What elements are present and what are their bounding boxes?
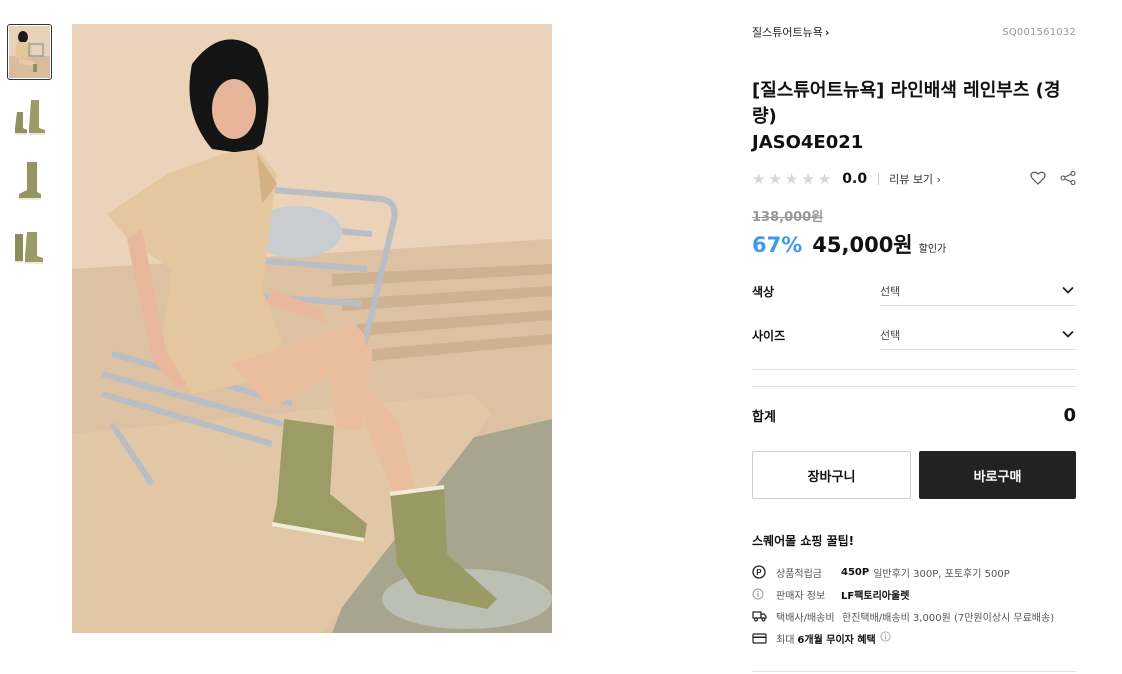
installment-prefix: 최대 — [776, 634, 795, 646]
option-size-select[interactable]: 선택 — [880, 320, 1076, 350]
thumbnail-list — [7, 24, 52, 280]
brand-row: 질스튜어트뉴욕 › SQ001561032 — [752, 24, 1076, 40]
svg-text:P: P — [756, 568, 762, 577]
product-code: SQ001561032 — [1002, 26, 1076, 38]
thumbnail-model-image — [9, 26, 50, 78]
buy-now-button[interactable]: 바로구매 — [919, 451, 1076, 499]
option-color-value: 선택 — [880, 284, 901, 298]
option-size-value: 선택 — [880, 328, 901, 342]
main-product-image[interactable] — [72, 24, 552, 633]
purchase-buttons: 장바구니 바로구매 — [752, 451, 1076, 499]
delivery-label: 택배사/배송비 — [776, 612, 835, 624]
sale-price: 45,000원 — [812, 233, 913, 257]
boots-pair-side-image — [15, 100, 45, 135]
tip-installment: 최대 6개월 무이자 혜택 — [752, 627, 1076, 649]
star-icon: ★ — [768, 169, 782, 188]
tips-list: P 상품적립금 450P 일반후기 300P, 포토후기 500P 판매자 정보… — [752, 561, 1076, 649]
heart-icon[interactable] — [1030, 170, 1046, 189]
installment-value: 6개월 무이자 혜택 — [797, 634, 876, 646]
info-icon — [752, 588, 776, 600]
points-label: 상품적립금 — [776, 568, 822, 580]
divider — [752, 369, 1076, 370]
star-icon: ★ — [752, 169, 766, 188]
share-icon[interactable] — [1060, 170, 1076, 189]
model-photo — [72, 24, 552, 633]
rating-row: ★ ★ ★ ★ ★ 0.0 리뷰 보기 › — [752, 168, 1076, 190]
star-icon: ★ — [784, 169, 799, 188]
original-price: 138,000원 — [752, 210, 824, 225]
option-color-select[interactable]: 선택 — [880, 276, 1076, 306]
divider — [878, 173, 880, 185]
action-icons — [1030, 170, 1076, 189]
points-icon: P — [752, 565, 776, 579]
chevron-right-icon: › — [824, 25, 830, 39]
product-title: [질스튜어트뉴욕] 라인배색 레인부츠 (경량) JASO4E021 — [752, 78, 1076, 156]
rating-score: 0.0 — [842, 171, 868, 187]
thumbnail-model[interactable] — [7, 24, 52, 80]
brand-name: 질스튜어트뉴욕 — [752, 26, 823, 39]
price-row: 67% 45,000원 할인가 — [752, 229, 1076, 259]
divider — [752, 671, 1076, 672]
seller-label: 판매자 정보 — [776, 590, 826, 602]
total-row: 합계 0 — [752, 387, 1076, 443]
brand-link[interactable]: 질스튜어트뉴욕 › — [752, 24, 829, 40]
thumbnail-boot-single[interactable] — [7, 152, 52, 208]
product-title-line2: JASO4E021 — [752, 132, 864, 153]
add-to-cart-button[interactable]: 장바구니 — [752, 451, 911, 499]
options: 색상 선택 사이즈 선택 — [752, 269, 1076, 357]
chevron-down-icon — [1062, 284, 1074, 297]
review-link-label: 리뷰 보기 — [889, 173, 934, 186]
tips-title: 스퀘어몰 쇼핑 꿀팁! — [752, 534, 855, 548]
card-icon — [752, 632, 776, 644]
tip-delivery: 택배사/배송비 한진택배/배송비 3,000원 (7만원이상시 무료배송) — [752, 605, 1076, 627]
total-label: 합계 — [752, 409, 776, 425]
tip-seller: 판매자 정보 LF팩토리아울렛 — [752, 583, 1076, 605]
truck-icon — [752, 610, 776, 622]
thumbnail-boots-pair-side[interactable] — [7, 88, 52, 144]
star-icon: ★ — [801, 169, 815, 188]
discount-rate: 67% — [752, 233, 803, 257]
review-link[interactable]: 리뷰 보기 › — [889, 171, 941, 187]
option-size-label: 사이즈 — [752, 328, 786, 343]
chevron-down-icon — [1062, 328, 1074, 341]
product-info-panel: 질스튜어트뉴욕 › SQ001561032 [질스튜어트뉴욕] 라인배색 레인부… — [752, 24, 1076, 672]
rating-stars: ★ ★ ★ ★ ★ 0.0 리뷰 보기 › — [752, 171, 941, 187]
option-color-row: 색상 선택 — [752, 269, 1076, 313]
option-size-row: 사이즈 선택 — [752, 313, 1076, 357]
product-title-line1: [질스튜어트뉴욕] 라인배색 레인부츠 (경량) — [752, 80, 1061, 127]
boot-single-image — [19, 162, 41, 200]
price-tag: 할인가 — [918, 244, 947, 255]
option-color-label: 색상 — [752, 284, 775, 299]
total-value: 0 — [1063, 404, 1076, 426]
info-icon[interactable] — [880, 631, 891, 645]
points-detail: 일반후기 300P, 포토후기 500P — [873, 568, 1010, 580]
seller-value: LF팩토리아울렛 — [841, 590, 910, 602]
boots-front-image — [15, 232, 43, 264]
delivery-value: 한진택배/배송비 3,000원 (7만원이상시 무료배송) — [842, 612, 1055, 624]
tip-points: P 상품적립금 450P 일반후기 300P, 포토후기 500P — [752, 561, 1076, 583]
thumbnail-boots-front[interactable] — [7, 216, 52, 272]
star-icon: ★ — [817, 169, 832, 188]
points-value: 450P — [841, 566, 870, 578]
